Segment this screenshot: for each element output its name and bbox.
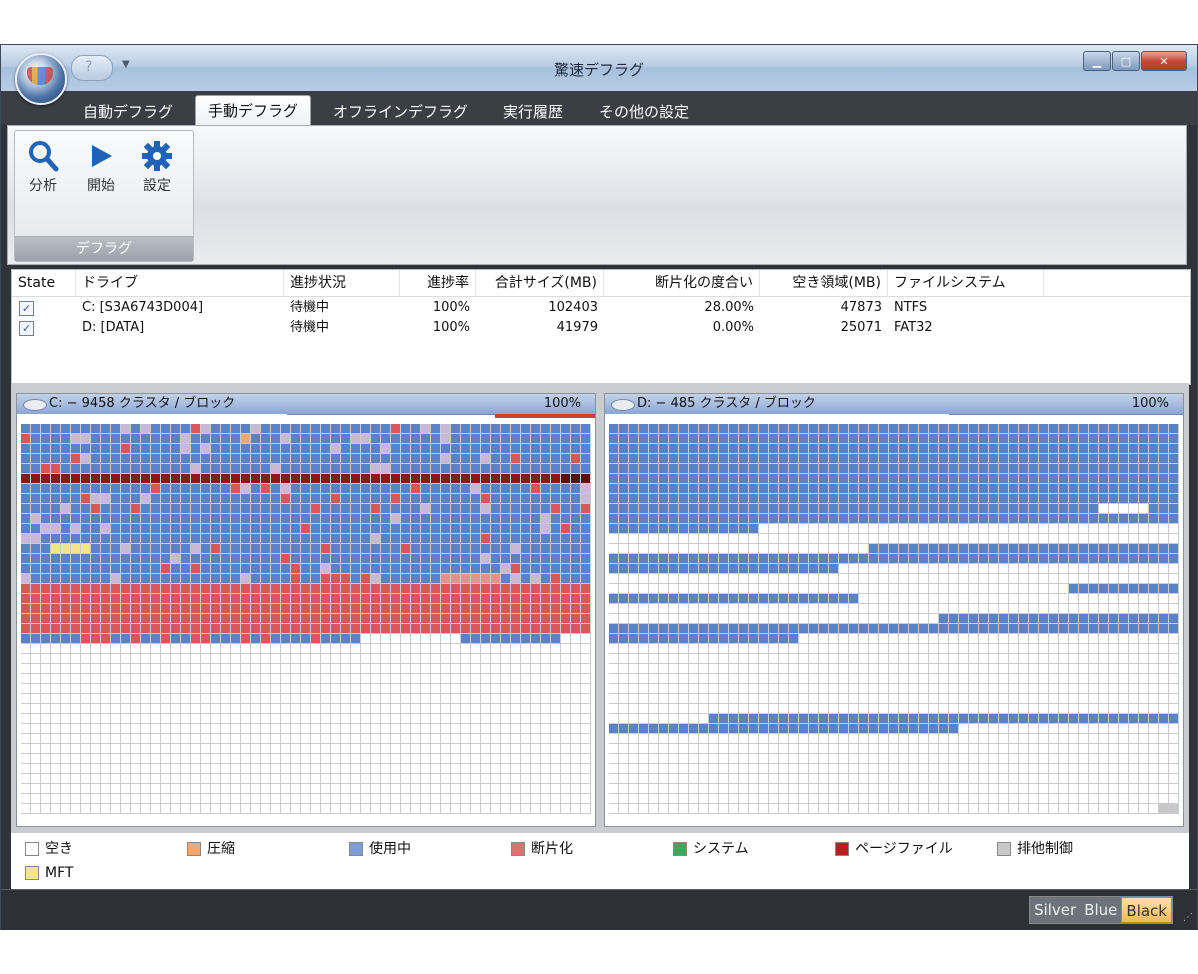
- resize-grip-icon[interactable]: ⋰: [1183, 912, 1193, 923]
- close-button[interactable]: ✕: [1141, 51, 1187, 71]
- legend-swatch: [349, 842, 363, 856]
- cluster-map-title: C: − 9458 クラスタ / ブロック: [49, 396, 236, 411]
- analyze-button[interactable]: 分析: [19, 139, 67, 205]
- col-free[interactable]: 空き領域(MB): [760, 270, 888, 296]
- skin-silver[interactable]: Silver: [1030, 897, 1080, 923]
- settings-button[interactable]: 設定: [133, 139, 181, 205]
- tab-manual-defrag[interactable]: 手動デフラグ: [195, 95, 312, 126]
- cluster-map-header: D: − 485 クラスタ / ブロック 100%: [605, 394, 1183, 415]
- col-state[interactable]: State: [12, 270, 76, 296]
- disk-icon: [611, 399, 635, 411]
- magnifier-icon: [19, 139, 67, 175]
- drive-total: 41979: [556, 320, 598, 335]
- drive-fragmentation: 28.00%: [704, 300, 754, 315]
- col-fragmentation[interactable]: 断片化の度合い: [604, 270, 760, 296]
- drive-free: 25071: [840, 320, 882, 335]
- drive-progress: 100%: [432, 300, 470, 315]
- minimize-button[interactable]: ▁: [1083, 51, 1111, 71]
- ribbon-panel: 分析 開始 設定 デフラグ: [7, 125, 1187, 265]
- tab-offline-defrag[interactable]: オフラインデフラグ: [321, 99, 480, 125]
- legend: 空き 圧縮 使用中 断片化 システム ページファイル 排他制御 MFT: [11, 833, 1189, 889]
- main-window: ? ▼ 驚速デフラグ ▁ □ ✕ 自動デフラグ 手動デフラグ オフラインデフラグ…: [0, 44, 1198, 930]
- gear-icon: [133, 139, 181, 175]
- cluster-map-percent: 100%: [1131, 396, 1169, 411]
- legend-swatch: [835, 842, 849, 856]
- ribbon-tab-bar: 自動デフラグ 手動デフラグ オフラインデフラグ 実行履歴 その他の設定: [1, 91, 1197, 126]
- tab-history[interactable]: 実行履歴: [491, 99, 575, 125]
- cluster-grid: [609, 424, 1179, 822]
- settings-label: 設定: [143, 178, 171, 194]
- drive-name: D: [DATA]: [82, 320, 145, 335]
- progress-bar: [17, 414, 287, 418]
- skin-blue[interactable]: Blue: [1080, 897, 1121, 923]
- progress-bar: [605, 414, 949, 418]
- drive-list: State ドライブ 進捗状況 進捗率 合計サイズ(MB) 断片化の度合い 空き…: [11, 269, 1191, 385]
- drive-checkbox[interactable]: ✓: [19, 321, 34, 336]
- disk-icon: [23, 399, 47, 411]
- play-icon: [77, 139, 125, 175]
- maximize-button[interactable]: □: [1112, 51, 1140, 71]
- cluster-map-d: D: − 485 クラスタ / ブロック 100%: [604, 393, 1184, 827]
- title-bar: ? ▼ 驚速デフラグ ▁ □ ✕: [1, 45, 1197, 92]
- start-button[interactable]: 開始: [77, 139, 125, 205]
- skin-switcher: Silver Blue Black: [1029, 896, 1173, 924]
- drive-progress: 100%: [432, 320, 470, 335]
- cluster-map-c: C: − 9458 クラスタ / ブロック 100%: [16, 393, 596, 827]
- col-status[interactable]: 進捗状況: [284, 270, 400, 296]
- legend-swatch: [997, 842, 1011, 856]
- cluster-grid: [21, 424, 591, 822]
- col-drive[interactable]: ドライブ: [76, 270, 284, 296]
- window-title: 驚速デフラグ: [553, 61, 644, 79]
- app-logo-icon: [27, 67, 53, 85]
- col-total[interactable]: 合計サイズ(MB): [476, 270, 604, 296]
- legend-swatch: [25, 842, 39, 856]
- drive-list-header: State ドライブ 進捗状況 進捗率 合計サイズ(MB) 断片化の度合い 空き…: [12, 270, 1190, 297]
- start-label: 開始: [87, 178, 115, 194]
- drive-checkbox[interactable]: ✓: [19, 301, 34, 316]
- tab-other-settings[interactable]: その他の設定: [587, 99, 701, 125]
- defrag-group: 分析 開始 設定 デフラグ: [14, 130, 194, 262]
- legend-swatch: [673, 842, 687, 856]
- cluster-map-title: D: − 485 クラスタ / ブロック: [637, 396, 816, 411]
- drive-free: 47873: [840, 300, 882, 315]
- cluster-map-header: C: − 9458 クラスタ / ブロック 100%: [17, 394, 595, 415]
- tab-auto-defrag[interactable]: 自動デフラグ: [71, 99, 185, 125]
- drive-row[interactable]: ✓ D: [DATA] 待機中 100% 41979 0.00% 25071 F…: [12, 318, 1190, 338]
- cluster-map-area: C: − 9458 クラスタ / ブロック 100% D: − 485 クラスタ…: [11, 383, 1189, 833]
- skin-black[interactable]: Black: [1121, 897, 1172, 923]
- drive-total: 102403: [548, 300, 598, 315]
- drive-status: 待機中: [290, 320, 330, 335]
- status-bar: Silver Blue Black ⋰: [1, 889, 1197, 930]
- drive-row[interactable]: ✓ C: [S3A6743D004] 待機中 100% 102403 28.00…: [12, 298, 1190, 318]
- col-filesystem[interactable]: ファイルシステム: [888, 270, 1044, 296]
- app-orb-button[interactable]: [15, 53, 67, 105]
- col-progress[interactable]: 進捗率: [400, 270, 476, 296]
- drive-filesystem: FAT32: [894, 320, 933, 335]
- drive-fragmentation: 0.00%: [712, 320, 754, 335]
- cluster-map-percent: 100%: [543, 396, 581, 411]
- legend-swatch: [187, 842, 201, 856]
- legend-swatch: [25, 866, 39, 880]
- drive-name: C: [S3A6743D004]: [82, 300, 204, 315]
- drive-status: 待機中: [290, 300, 330, 315]
- drive-filesystem: NTFS: [894, 300, 928, 315]
- progress-bar-fragment: [495, 414, 595, 418]
- group-label: デフラグ: [15, 236, 193, 261]
- legend-swatch: [511, 842, 525, 856]
- analyze-label: 分析: [29, 178, 57, 194]
